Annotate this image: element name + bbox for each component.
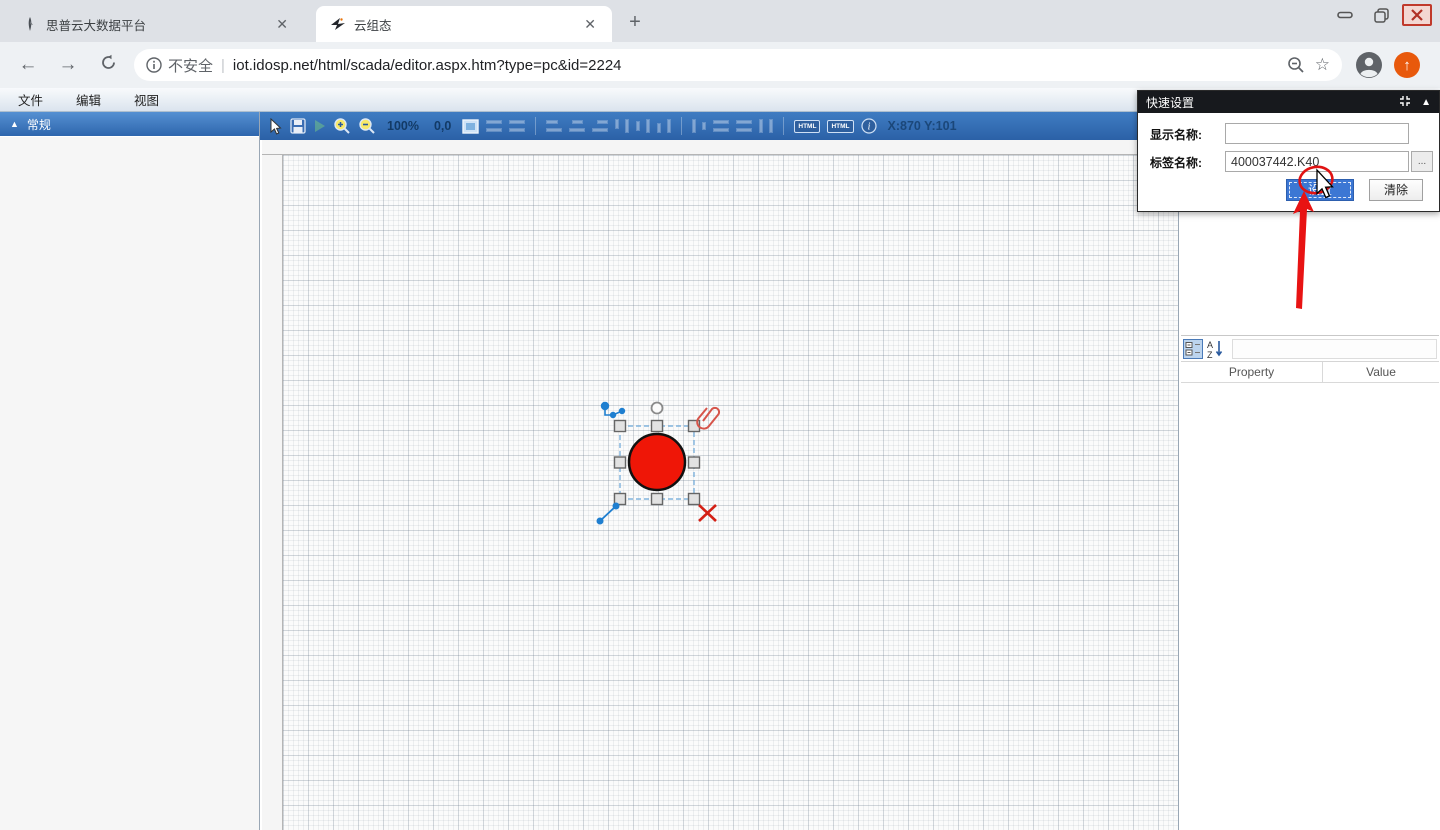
palette-general-grid bbox=[0, 137, 259, 330]
dock-icon[interactable] bbox=[1399, 95, 1411, 110]
zoom-in-icon[interactable] bbox=[333, 117, 351, 135]
same-height-icon[interactable] bbox=[713, 120, 729, 132]
right-panel: AZ Property Value bbox=[1178, 140, 1440, 830]
info-circle-icon[interactable]: i bbox=[861, 118, 877, 134]
svg-text:Z: Z bbox=[1207, 350, 1213, 359]
align-right-icon[interactable] bbox=[592, 120, 608, 132]
address-field[interactable]: 不安全 | iot.idosp.net/html/scada/editor.as… bbox=[134, 49, 1342, 81]
vertical-ruler bbox=[262, 155, 283, 830]
set-button[interactable]: 设置 bbox=[1286, 179, 1354, 201]
tab-close-icon[interactable]: ✕ bbox=[578, 16, 602, 33]
distribute-v-icon[interactable] bbox=[759, 119, 773, 133]
paste-style-icon[interactable] bbox=[509, 120, 525, 132]
menu-view[interactable]: 视图 bbox=[134, 90, 159, 109]
align-center-icon[interactable] bbox=[569, 120, 585, 132]
align-middle-icon[interactable] bbox=[636, 119, 650, 133]
align-bottom-icon[interactable] bbox=[657, 119, 671, 133]
column-property: Property bbox=[1181, 362, 1323, 382]
column-value: Value bbox=[1323, 362, 1439, 382]
toolbar-separator bbox=[783, 117, 784, 135]
screen: 思普云大数据平台 ✕ 云组态 ✕ + ← → 不安全 | iot.idosp.n… bbox=[0, 0, 1440, 830]
quick-settings-header[interactable]: 快速设置 ▲ bbox=[1138, 91, 1439, 113]
toolbar-separator bbox=[535, 117, 536, 135]
back-icon[interactable]: ← bbox=[16, 54, 40, 76]
distribute-h-icon[interactable] bbox=[736, 120, 752, 132]
tab-title: 云组态 bbox=[354, 15, 578, 34]
profile-avatar[interactable] bbox=[1356, 52, 1382, 78]
restore-button[interactable] bbox=[1366, 4, 1396, 26]
reload-icon[interactable] bbox=[96, 54, 120, 77]
menu-file[interactable]: 文件 bbox=[18, 90, 43, 109]
align-top-icon[interactable] bbox=[615, 119, 629, 133]
cursor-position-label: X:870 Y:101 bbox=[888, 119, 957, 133]
copy-style-icon[interactable] bbox=[486, 120, 502, 132]
window-controls bbox=[1330, 4, 1432, 26]
display-name-label: 显示名称: bbox=[1150, 126, 1202, 143]
save-icon[interactable] bbox=[290, 118, 306, 134]
tab2-favicon-icon bbox=[330, 16, 346, 32]
new-tab-button[interactable]: + bbox=[622, 10, 648, 36]
browser-update-button[interactable]: ↑ bbox=[1394, 52, 1420, 78]
quick-settings-panel: 快速设置 ▲ 显示名称: 标签名称: ... 设置 清除 bbox=[1137, 90, 1440, 212]
palette-section-常规[interactable]: ▲ 常规 bbox=[0, 112, 259, 137]
buttons-row: 设置 清除 bbox=[1138, 179, 1439, 201]
categorized-view-icon[interactable] bbox=[1183, 339, 1203, 359]
menu-edit[interactable]: 编辑 bbox=[76, 90, 101, 109]
property-panel: AZ Property Value bbox=[1181, 335, 1439, 830]
toolbar-separator bbox=[681, 117, 682, 135]
tab-scada-editor[interactable]: 云组态 ✕ bbox=[316, 6, 612, 42]
zoom-out-icon[interactable] bbox=[358, 117, 376, 135]
property-toolbar: AZ bbox=[1181, 336, 1439, 362]
info-icon[interactable] bbox=[146, 57, 162, 73]
browser-tab-bar: 思普云大数据平台 ✕ 云组态 ✕ + bbox=[0, 0, 1440, 42]
collapse-triangle-icon: ▲ bbox=[10, 119, 19, 129]
browse-tag-button[interactable]: ... bbox=[1411, 151, 1433, 172]
design-canvas[interactable] bbox=[283, 155, 1178, 830]
forward-icon[interactable]: → bbox=[56, 54, 80, 76]
display-name-input[interactable] bbox=[1225, 123, 1409, 144]
run-icon[interactable] bbox=[313, 119, 326, 133]
browser-url-bar: ← → 不安全 | iot.idosp.net/html/scada/edito… bbox=[0, 42, 1440, 88]
quick-settings-title: 快速设置 bbox=[1146, 94, 1389, 111]
url-text: iot.idosp.net/html/scada/editor.aspx.htm… bbox=[233, 57, 1277, 74]
tab-title: 思普云大数据平台 bbox=[46, 15, 270, 34]
html-export-icon[interactable]: HTML bbox=[794, 120, 820, 133]
palette-section-label: 常规 bbox=[27, 116, 51, 133]
collapse-icon[interactable]: ▲ bbox=[1421, 97, 1431, 108]
component-palette: ▲ 常规 bbox=[0, 112, 260, 830]
display-name-row: 显示名称: bbox=[1138, 123, 1439, 145]
clear-button[interactable]: 清除 bbox=[1369, 179, 1423, 201]
zoom-indicator-icon[interactable] bbox=[1287, 56, 1305, 74]
bookmark-star-icon[interactable]: ☆ bbox=[1315, 55, 1330, 75]
separator: | bbox=[221, 57, 225, 74]
tag-name-label: 标签名称: bbox=[1150, 154, 1202, 171]
property-grid-header: Property Value bbox=[1181, 362, 1439, 383]
align-left-icon[interactable] bbox=[546, 120, 562, 132]
origin-label: 0,0 bbox=[434, 119, 451, 133]
tab-close-icon[interactable]: ✕ bbox=[270, 16, 294, 33]
grid-toggle-icon[interactable] bbox=[462, 119, 479, 134]
select-cursor-icon[interactable] bbox=[268, 118, 283, 135]
svg-text:i: i bbox=[867, 122, 870, 133]
minimize-button[interactable] bbox=[1330, 4, 1360, 26]
svg-text:A: A bbox=[1207, 340, 1213, 350]
security-label: 不安全 bbox=[168, 55, 213, 76]
tab1-favicon-icon bbox=[22, 16, 38, 32]
close-button[interactable] bbox=[1402, 4, 1432, 26]
tag-name-row: 标签名称: ... bbox=[1138, 151, 1439, 173]
tab-dataplatform[interactable]: 思普云大数据平台 ✕ bbox=[8, 6, 304, 42]
tag-name-input[interactable] bbox=[1225, 151, 1409, 172]
zoom-level-label: 100% bbox=[387, 119, 419, 133]
html-preview-icon[interactable]: HTML bbox=[827, 120, 853, 133]
sort-az-icon[interactable]: AZ bbox=[1206, 339, 1226, 359]
same-width-icon[interactable] bbox=[692, 119, 706, 133]
property-filter-box[interactable] bbox=[1232, 339, 1437, 359]
horizontal-ruler bbox=[262, 140, 1178, 155]
